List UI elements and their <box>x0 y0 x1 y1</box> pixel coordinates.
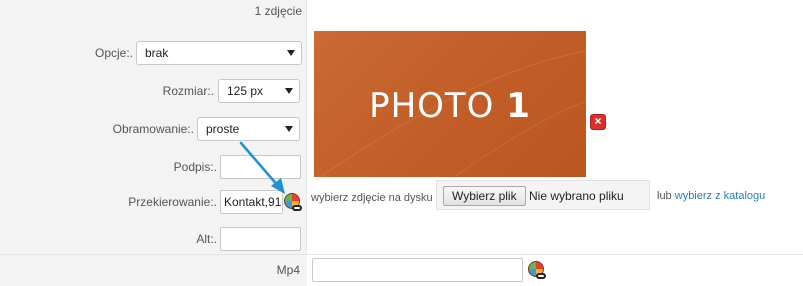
opcje-value: brak <box>145 46 169 60</box>
photo-word: PHOTO <box>369 86 495 126</box>
or-text: lub <box>657 190 672 202</box>
photo-thumbnail: PHOTO 1 <box>314 31 586 177</box>
delete-icon[interactable]: × <box>590 114 606 130</box>
alt-input[interactable] <box>220 227 301 251</box>
link-icon <box>536 273 546 279</box>
link-icon <box>292 205 302 211</box>
color-picker-link-icon[interactable] <box>528 261 546 279</box>
catalog-choice: lub wybierz z katalogu <box>657 186 765 206</box>
preview-panel: PHOTO 1 × wybierz zdjęcie na dysku Wybie… <box>307 0 803 254</box>
rozmiar-select[interactable]: 125 px <box>218 79 300 103</box>
form-labels-panel: 1 zdjęcie Opcje:. brak Rozmiar:. 125 px … <box>0 0 307 254</box>
mp4-field-area <box>307 255 803 286</box>
chevron-down-icon <box>285 126 293 132</box>
alt-label: Alt:. <box>196 232 217 246</box>
file-input[interactable]: Wybierz plik Nie wybrano pliku <box>436 180 650 210</box>
photo-caption: PHOTO 1 <box>314 86 586 126</box>
mp4-row: Mp4 <box>0 255 803 286</box>
photo-number: 1 <box>506 86 531 126</box>
file-status: Nie wybrano pliku <box>529 189 624 203</box>
mp4-label: Mp4 <box>276 263 300 277</box>
rozmiar-value: 125 px <box>227 84 264 98</box>
mp4-input[interactable] <box>312 258 523 282</box>
annotation-arrow <box>239 141 285 194</box>
przekierowanie-label: Przekierowanie:. <box>128 195 217 209</box>
chevron-down-icon <box>287 50 295 56</box>
opcje-select[interactable]: brak <box>136 41 302 65</box>
obramowanie-value: proste <box>206 122 240 136</box>
rozmiar-label: Rozmiar:. <box>162 84 214 98</box>
obramowanie-label: Obramowanie:. <box>112 122 194 136</box>
photo-count-label: 1 zdjęcie <box>254 4 302 18</box>
choose-from-catalog-link[interactable]: wybierz z katalogu <box>675 190 766 202</box>
upload-hint: wybierz zdjęcie na dysku <box>311 192 433 204</box>
choose-file-button[interactable]: Wybierz plik <box>443 186 526 206</box>
obramowanie-select[interactable]: proste <box>197 117 300 141</box>
podpis-label: Podpis:. <box>173 160 217 174</box>
opcje-label: Opcje:. <box>94 46 133 60</box>
chevron-down-icon <box>285 88 293 94</box>
